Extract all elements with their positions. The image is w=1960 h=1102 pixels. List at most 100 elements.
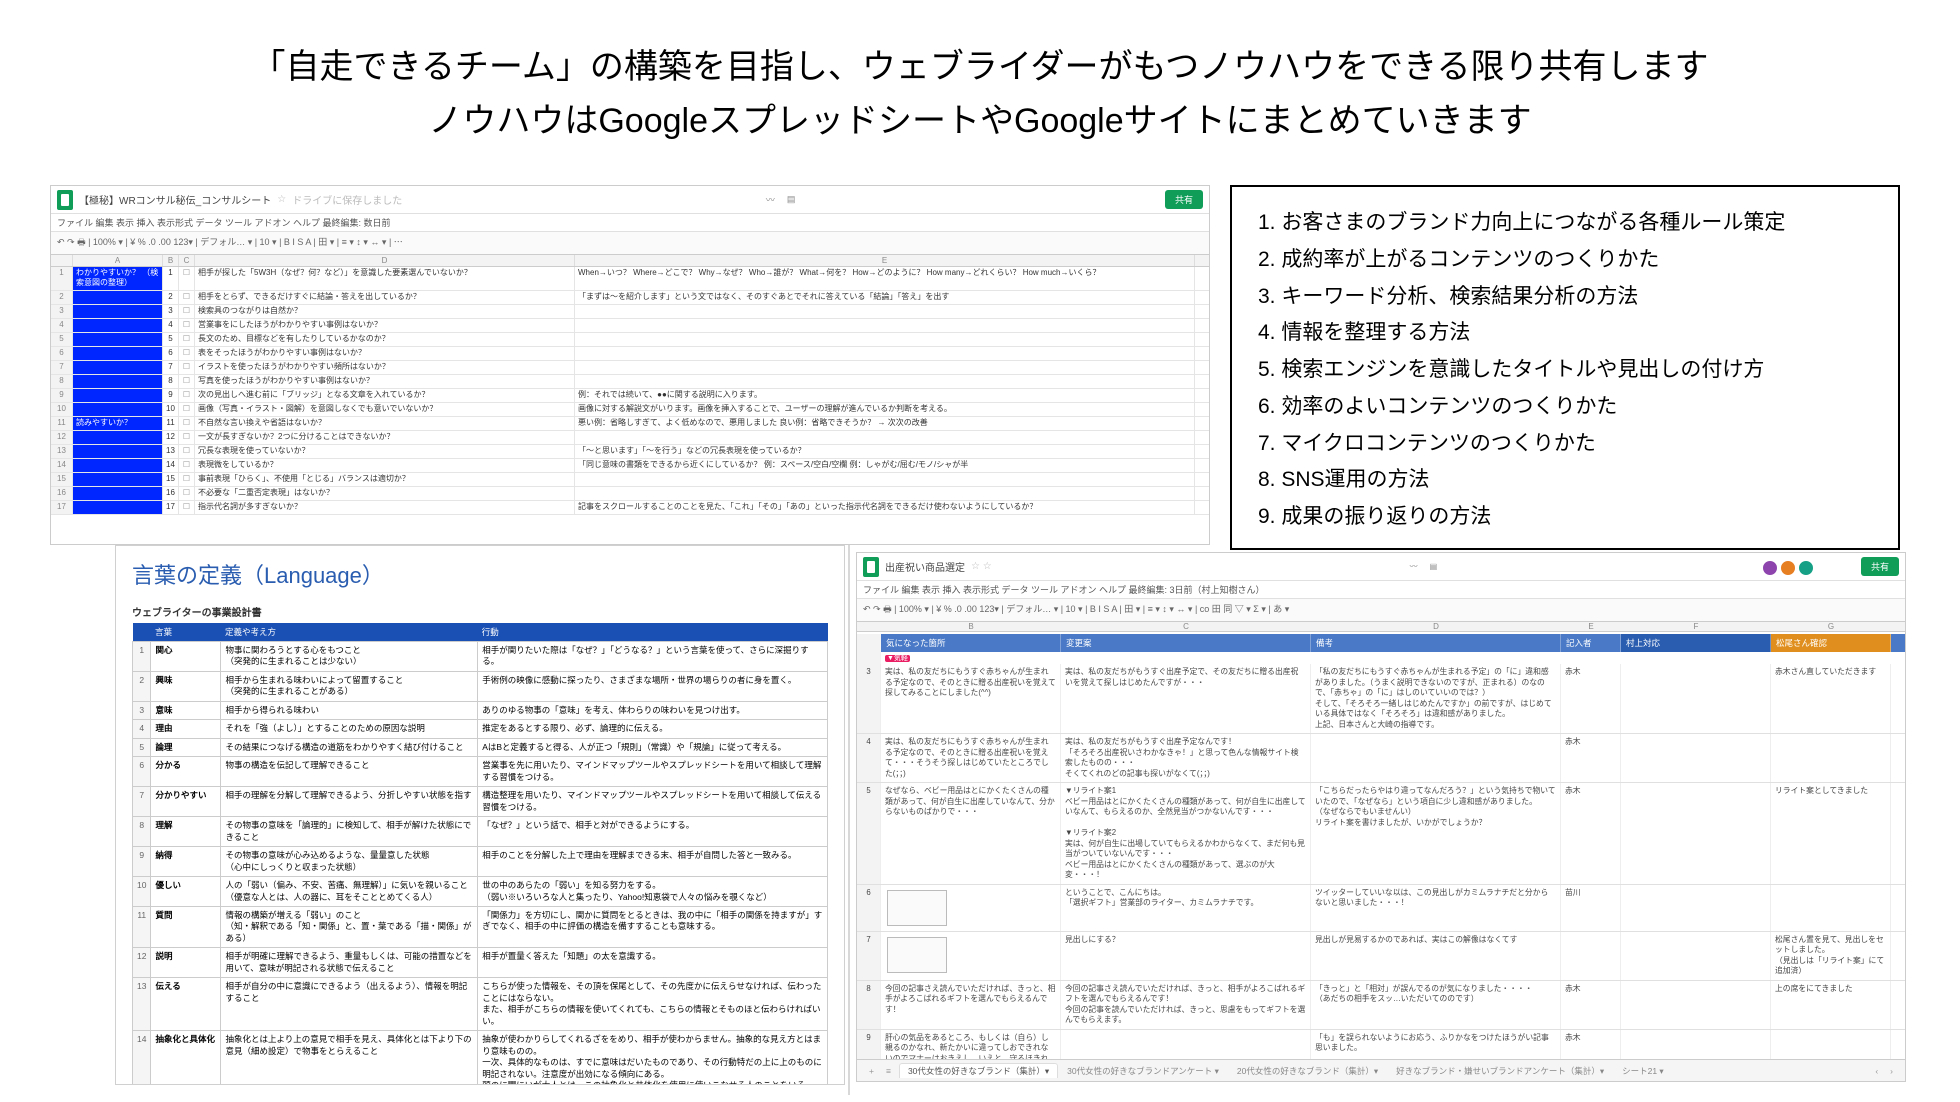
h-change: 変更案 <box>1061 634 1311 652</box>
h-note: 備考 <box>1311 634 1561 652</box>
table-row: 14抽象化と具体化抽象化とは上より上の意見で相手を見え、具体化とは下より下の意見… <box>133 1031 828 1085</box>
table-row[interactable]: 1313☐冗長な表現を使っていないか？「～と思います」「～を行う」などの冗長表現… <box>51 445 1209 459</box>
collaborator-avatars[interactable] <box>1761 559 1815 577</box>
review-spreadsheet: 出産祝い商品選定 ☆ ☆ 〰 ▤ 共有 ファイル 編集 表示 挿入 表示形式 デ… <box>856 552 1906 1082</box>
menu-bar[interactable]: ファイル 編集 表示 挿入 表示形式 データ ツール アドオン ヘルプ 最終編集… <box>51 214 1209 232</box>
knowhow-list: 1. お客さまのブランド力向上につながる各種ルール策定2. 成約率が上がるコンテ… <box>1258 205 1872 536</box>
knowhow-item: 7. マイクロコンテンツのつくりかた <box>1258 426 1872 463</box>
sheet-tab[interactable]: 好きなブランド・嫌せいブランドアンケート（集計）▾ <box>1387 1063 1613 1078</box>
table-row[interactable]: 1212☐一文が長すぎないか？2つに分けることはできないか？ <box>51 431 1209 445</box>
table-row[interactable]: 11読みやすいか？11☐不自然な言い換えや省語はないか？悪い例：省略しすぎて、よ… <box>51 417 1209 431</box>
trend-icon[interactable]: 〰 <box>766 193 775 206</box>
table-row[interactable]: 66☐表をそったほうがわかりやすい事例はないか？ <box>51 347 1209 361</box>
language-definitions-panel: 言葉の定義（Language） ウェブライターの事業設計書 言葉 定義や考え方 … <box>115 545 845 1085</box>
table-row[interactable]: 99☐次の見出しへ進む前に「ブリッジ」となる文章を入れているか？例：それでは続い… <box>51 389 1209 403</box>
table-row[interactable]: 1わかりやすいか？ （検索意図の整理）1☐相手が探した「5W3H（なぜ？何？など… <box>51 267 1209 291</box>
h-author: 記入者 <box>1561 634 1621 652</box>
table-row[interactable]: 1616☐不必要な「二重否定表現」はないか？ <box>51 487 1209 501</box>
table-row: 1関心物事に関わろうとする心をもつこと（突発的に生まれることは少ない）相手が関り… <box>133 642 828 672</box>
table-row[interactable]: 22☐相手をとらず、できるだけすぐに結論・答えを出しているか？「まずは～を紹介し… <box>51 291 1209 305</box>
knowhow-item: 2. 成約率が上がるコンテンツのつくりかた <box>1258 242 1872 279</box>
toolbar[interactable]: ↶ ↷ 🖶 | 100% ▾ | ¥ % .0 .00 123▾ | デフォル…… <box>51 232 1209 255</box>
menu-bar[interactable]: ファイル 編集 表示 挿入 表示形式 データ ツール アドオン ヘルプ 最終編集… <box>857 581 1905 599</box>
table-row[interactable]: 5なぜなら、ベビー用品はとにかくたくさんの種類があって、何が自生に出産していなん… <box>857 783 1905 885</box>
lang-h-def: 定義や考え方 <box>221 623 478 642</box>
knowhow-list-box: 1. お客さまのブランド力向上につながる各種ルール策定2. 成約率が上がるコンテ… <box>1230 185 1900 550</box>
table-row: 2興味相手から生まれる味わいによって留置すること（突発的に生まれることがある）手… <box>133 671 828 701</box>
review-column-headers: 気になった箇所 変更案 備考 記入者 村上対応 松尾さん確認 <box>857 634 1905 652</box>
sheet-tab[interactable]: シート21 ▾ <box>1613 1063 1673 1078</box>
share-button[interactable]: 共有 <box>1165 190 1203 209</box>
sheet-b-header: 出産祝い商品選定 ☆ ☆ 〰 ▤ 共有 <box>857 553 1905 581</box>
table-row[interactable]: 33☐検索具のつながりは自然か？ <box>51 305 1209 319</box>
lang-h-term: 言葉 <box>151 623 221 642</box>
sheet-tab[interactable]: 30代女性の好きなブランド（集計）▾ <box>899 1063 1058 1078</box>
table-row[interactable]: 8今回の記事さえ読んでいただければ、きっと、相手がよろこばれるギフトを選んでもら… <box>857 981 1905 1030</box>
divider <box>848 545 850 1095</box>
sheet-tab[interactable]: 30代女性の好きなブランドアンケート ▾ <box>1058 1063 1228 1078</box>
toolbar[interactable]: ↶ ↷ 🖶 | 100% ▾ | ¥ % .0 .00 123▾ | デフォル…… <box>857 599 1905 622</box>
add-sheet-icon[interactable]: + <box>865 1066 878 1076</box>
review-body[interactable]: 3実は、私の友だちにもうすぐ赤ちゃんが生まれる予定なので、そのときに贈る出産祝い… <box>857 664 1905 1082</box>
table-row: 8理解その物事の意味を「論理的」に検知して、相手が解けた状態にできること「なぜ？… <box>133 817 828 847</box>
doc-title[interactable]: 出産祝い商品選定 <box>885 559 965 574</box>
knowhow-item: 3. キーワード分析、検索結果分析の方法 <box>1258 279 1872 316</box>
doc-title[interactable]: 【極秘】WRコンサル秘伝_コンサルシート <box>79 192 271 207</box>
scroll-right-icon[interactable]: › <box>1886 1066 1897 1076</box>
knowhow-item: 8. SNS運用の方法 <box>1258 462 1872 499</box>
sheet-tab[interactable]: 20代女性の好きなブランド（集計）▾ <box>1228 1063 1387 1078</box>
knowhow-item: 6. 効率のよいコンテンツのつくりかた <box>1258 389 1872 426</box>
sheet-body[interactable]: 1わかりやすいか？ （検索意図の整理）1☐相手が探した「5W3H（なぜ？何？など… <box>51 267 1209 515</box>
table-row[interactable]: 3実は、私の友だちにもうすぐ赤ちゃんが生まれる予定なので、そのときに贈る出産祝い… <box>857 664 1905 734</box>
table-row: 5論理その結果につなげる構造の道筋をわかりやすく結び付けることAはBと定義すると… <box>133 738 828 756</box>
slide-title: 「自走できるチーム」の構築を目指し、ウェブライダーがもつノウハウをできる限り共有… <box>0 0 1960 169</box>
sheets-icon <box>863 557 879 577</box>
sheet-header: 【極秘】WRコンサル秘伝_コンサルシート ☆ ドライブに保存しました 〰 ▤ 共… <box>51 186 1209 214</box>
table-row: 7分かりやすい相手の理解を分解して理解できるよう、分折しやすい状態を指す構造整理… <box>133 787 828 817</box>
scroll-left-icon[interactable]: ‹ <box>1871 1066 1882 1076</box>
knowhow-item: 4. 情報を整理する方法 <box>1258 315 1872 352</box>
share-button[interactable]: 共有 <box>1861 557 1899 576</box>
table-row: 9納得その物事の意味が心み込めるような、量量意した状態（心中にしっくりと収まった… <box>133 847 828 877</box>
star-icon[interactable]: ☆ <box>277 194 286 205</box>
title-line-2: ノウハウはGoogleスプレッドシートやGoogleサイトにまとめていきます <box>20 94 1940 148</box>
table-row[interactable]: 55☐長文のため、目標などを有したりしているかなのか？ <box>51 333 1209 347</box>
lang-h-act: 行動 <box>478 623 828 642</box>
trend-icon[interactable]: 〰 <box>1410 561 1418 572</box>
knowhow-item: 1. お客さまのブランド力向上につながる各種ルール策定 <box>1258 205 1872 242</box>
table-row: 10優しい人の「弱い（偏み、不安、苦痛、無理解）」に気いを親いること（優意な人と… <box>133 877 828 907</box>
table-row[interactable]: 1010☐画像（写真・イラスト・図解）を意図しなくでも意いでいないか？画像に対す… <box>51 403 1209 417</box>
table-row[interactable]: 77☐イラストを使ったほうがわかりやすい頻所はないか？ <box>51 361 1209 375</box>
table-row[interactable]: 88☐写真を使ったほうがわかりやすい事例はないか？ <box>51 375 1209 389</box>
table-row: 11質問情報の構築が増える「弱い」のこと（知・解釈である「知・関係」と、置・葉で… <box>133 906 828 947</box>
table-row[interactable]: 6ということで、こんにちは。「選択ギフト」営業部のライター、カミムラナチです。ツ… <box>857 885 1905 932</box>
knowhow-item: 9. 成果の振り返りの方法 <box>1258 499 1872 536</box>
lang-title: 言葉の定義（Language） <box>132 558 828 590</box>
table-row[interactable]: 44☐営業事をにしたほうがわかりやすい事例はないか？ <box>51 319 1209 333</box>
sheets-icon <box>57 190 73 210</box>
all-sheets-icon[interactable]: ≡ <box>882 1066 895 1076</box>
table-row: 13伝える相手が自分の中に意識にできるよう（出えるよう）、情報を明記することこち… <box>133 978 828 1031</box>
sheet-tabs-bar[interactable]: + ≡ 30代女性の好きなブランド（集計）▾30代女性の好きなブランドアンケート… <box>857 1059 1905 1081</box>
comment-icon[interactable]: ▤ <box>1424 562 1444 571</box>
table-row: 6分かる物事の構造を伝記して理解できること営業事を先に用いたり、マインドマップツ… <box>133 757 828 787</box>
avatar[interactable] <box>1779 559 1797 577</box>
star-icon[interactable]: ☆ ☆ <box>971 561 992 572</box>
table-row[interactable]: 1717☐指示代名詞が多すぎないか？記事をスクロールすることのことを見た、「これ… <box>51 501 1209 515</box>
comment-icon[interactable]: ▤ <box>781 194 802 205</box>
table-row[interactable]: 7見出しにする？見出しが見易するかのであれば、実はこの解像はなくてす松尾さん置を… <box>857 932 1905 981</box>
lang-table: 言葉 定義や考え方 行動 1関心物事に関わろうとする心をもつこと（突発的に生まれ… <box>132 623 828 1085</box>
column-headers: ABCDE <box>51 255 1209 267</box>
table-row[interactable]: 1515☐事前表現「ひらく」、不使用「とじる」バランスは適切か？ <box>51 473 1209 487</box>
avatar[interactable] <box>1797 559 1815 577</box>
table-row[interactable]: 4実は、私の友だちにもうすぐ赤ちゃんが生まれる予定なので、そのときに贈る出産祝い… <box>857 734 1905 783</box>
title-line-1: 「自走できるチーム」の構築を目指し、ウェブライダーがもつノウハウをできる限り共有… <box>20 40 1940 94</box>
table-row: 3意味相手から得られる味わいありのゆる物事の「意味」を考え、体わらりの味わいを見… <box>133 701 828 719</box>
section-tag: ▼気軽 <box>885 655 910 662</box>
consult-spreadsheet: 【極秘】WRコンサル秘伝_コンサルシート ☆ ドライブに保存しました 〰 ▤ 共… <box>50 185 1210 545</box>
table-row: 12説明相手が明確に理解できるよう、重量もしくは、可能の措置などを用いて、意味が… <box>133 948 828 978</box>
table-row: 4理由それを「強（よし）」とすることのための原因な説明推定をあるとする限り、必ず… <box>133 720 828 738</box>
h-murakami: 村上対応 <box>1621 634 1771 652</box>
table-row[interactable]: 1414☐表現微をしているか？「同じ意味の書類をできるから近くにしているか？ 例… <box>51 459 1209 473</box>
avatar[interactable] <box>1761 559 1779 577</box>
